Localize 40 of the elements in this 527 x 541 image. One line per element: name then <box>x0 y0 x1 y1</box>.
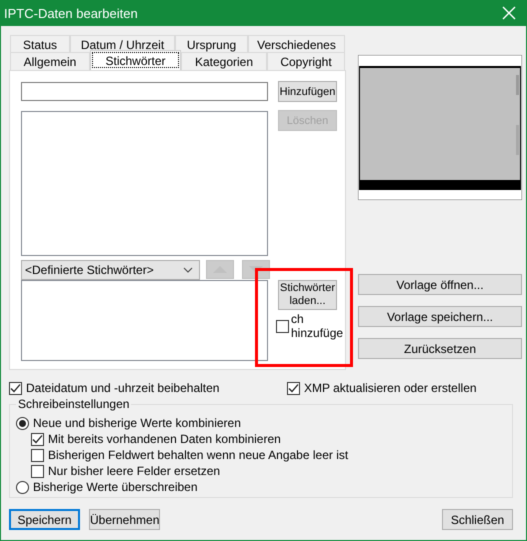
tab[interactable]: Copyright <box>267 52 345 70</box>
close-button[interactable]: Schließen <box>442 509 513 530</box>
radio-label: Neue und bisherige Werte kombinieren <box>33 416 241 430</box>
tab[interactable]: Ursprung <box>175 35 248 53</box>
tab[interactable]: Allgemein <box>10 52 90 70</box>
close-icon[interactable] <box>502 6 516 20</box>
radio-button[interactable] <box>16 416 29 430</box>
keyword-source-dropdown[interactable]: <Definierte Stichwörter> <box>21 260 200 280</box>
template-button[interactable]: Vorlage öffnen... <box>358 274 522 295</box>
checkbox[interactable] <box>31 448 44 462</box>
checkbox-label: Mit bereits vorhandenen Daten kombinieren <box>48 432 281 446</box>
radio-label: Bisherige Werte überschreiben <box>33 480 198 494</box>
footer-button[interactable]: Übernehmen <box>89 509 160 530</box>
checkbox-label: Nur bisher leere Felder ersetzen <box>48 464 220 478</box>
caret-icon <box>183 267 193 273</box>
radio-button[interactable] <box>16 480 29 494</box>
window-title: IPTC-Daten bearbeiten <box>4 6 138 20</box>
checkbox[interactable] <box>287 382 300 394</box>
keyword-list[interactable] <box>21 111 268 256</box>
checkbox[interactable] <box>31 432 44 446</box>
checkbox-label: ch hinzufüge <box>291 312 344 340</box>
tab[interactable]: Status <box>10 35 70 53</box>
group-title: Schreibeinstellungen <box>16 397 132 411</box>
template-button[interactable]: Zurücksetzen <box>358 338 522 359</box>
checkbox[interactable] <box>31 464 44 478</box>
checkbox-label: Dateidatum und -uhrzeit beibehalten <box>26 381 220 395</box>
template-button[interactable]: Vorlage speichern... <box>358 306 522 327</box>
checkbox-label: Bisherigen Feldwert behalten wenn neue Angabe leer ist <box>48 448 348 462</box>
keyword-field[interactable] <box>21 82 268 101</box>
tab[interactable]: Kategorien <box>181 52 267 70</box>
load-keywords-button[interactable]: Stichwörter laden... <box>278 280 337 310</box>
tab[interactable]: Stichwörter <box>90 50 181 70</box>
add-button[interactable]: Hinzufügen <box>278 81 337 102</box>
footer-button[interactable]: Speichern <box>9 509 80 530</box>
checkbox-label: XMP aktualisieren oder erstellen <box>304 381 477 395</box>
checkbox[interactable] <box>276 320 289 332</box>
down-triangle-icon <box>249 266 263 273</box>
tab[interactable]: Verschiedenes <box>248 35 345 53</box>
checkbox[interactable] <box>9 382 22 394</box>
defined-keyword-list[interactable] <box>21 280 268 361</box>
